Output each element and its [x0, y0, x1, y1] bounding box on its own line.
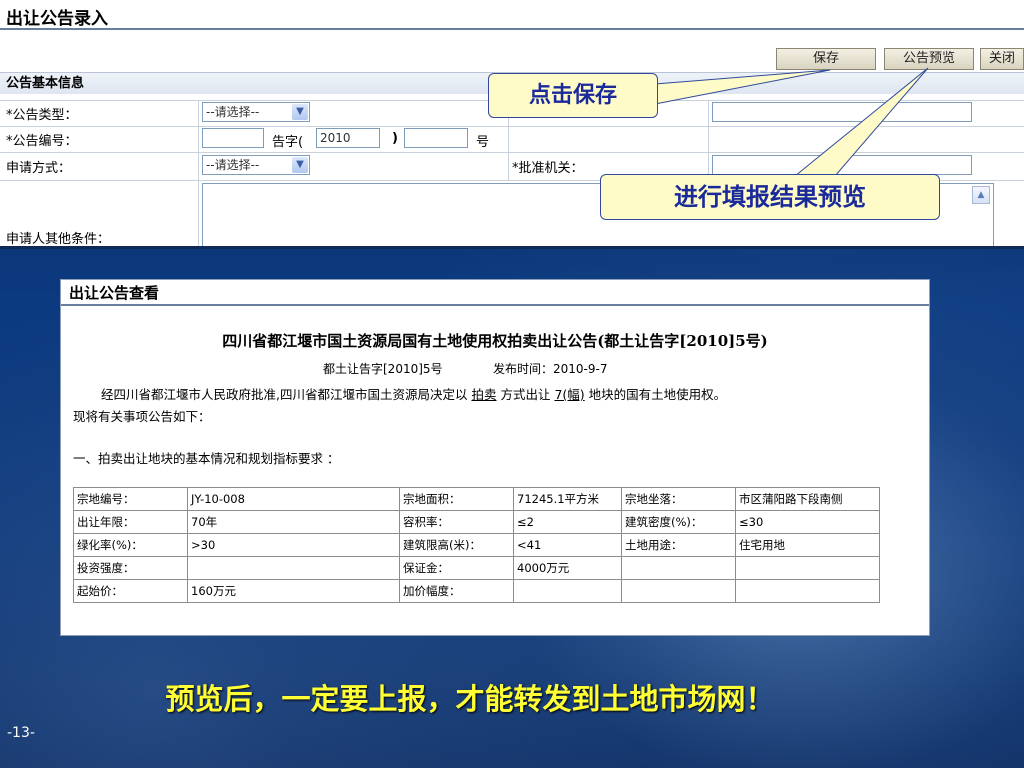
- publish-date: 2010-9-7: [553, 362, 608, 376]
- table-cell: 起始价：: [73, 579, 188, 603]
- table-cell: [735, 579, 880, 603]
- table-cell: 保证金：: [399, 556, 514, 580]
- table-cell: 71245.1平方米: [513, 487, 622, 511]
- table-cell: 绿化率(%)：: [73, 533, 188, 557]
- preview-callout: 进行填报结果预览: [600, 174, 940, 220]
- table-cell: ≤30: [735, 510, 880, 534]
- save-callout-pointer: [654, 69, 831, 105]
- table-row: 绿化率(%)： >30 建筑限高(米)： <41 土地用途： 住宅用地: [73, 533, 880, 557]
- page-number: -13-: [7, 725, 35, 741]
- table-cell: [187, 556, 400, 580]
- table-cell: [621, 556, 736, 580]
- table-cell: [735, 556, 880, 580]
- table-cell: 160万元: [187, 579, 400, 603]
- publish-label: 发布时间：: [493, 362, 554, 376]
- preview-panel-title: 出让公告查看: [69, 284, 160, 302]
- table-cell: 建筑限高(米)：: [399, 533, 514, 557]
- table-cell: [513, 579, 622, 603]
- table-cell: ≤2: [513, 510, 622, 534]
- table-cell: <41: [513, 533, 622, 557]
- table-cell: 市区蒲阳路下段南侧: [735, 487, 880, 511]
- intro-text-a: 经四川省都江堰市人民政府批准,四川省都江堰市国土资源局决定以: [101, 387, 468, 402]
- table-cell: 4000万元: [513, 556, 622, 580]
- table-cell: 投资强度：: [73, 556, 188, 580]
- table-cell: 土地用途：: [621, 533, 736, 557]
- table-row: 出让年限： 70年 容积率： ≤2 建筑密度(%)： ≤30: [73, 510, 880, 534]
- sale-method: 拍卖: [471, 387, 497, 402]
- parcel-info-table: 宗地编号： JY-10-008 宗地面积： 71245.1平方米 宗地坐落： 市区蒲阳路下…: [73, 487, 880, 603]
- intro-text-c: 地块的国有土地使用权。: [588, 387, 727, 402]
- table-cell: 加价幅度：: [399, 579, 514, 603]
- table-cell: 70年: [187, 510, 400, 534]
- table-row: 投资强度： 保证金： 4000万元: [73, 556, 880, 580]
- publish-time: 发布时间：2010-9-7: [493, 360, 607, 377]
- table-row: 宗地编号： JY-10-008 宗地面积： 71245.1平方米 宗地坐落： 市区蒲阳路下…: [73, 487, 880, 511]
- section-one-heading: 一、拍卖出让地块的基本情况和规划指标要求 ：: [73, 451, 340, 466]
- announcement-heading: 四川省都江堰市国土资源局国有土地使用权拍卖出让公告(都土让告字[2010]5号): [222, 332, 768, 350]
- table-cell: 建筑密度(%)：: [621, 510, 736, 534]
- parcel-count: 7(幅): [554, 387, 585, 402]
- table-cell: >30: [187, 533, 400, 557]
- preview-callout-pointer: [793, 67, 929, 177]
- intro-paragraph-2: 现将有关事项公告如下：: [73, 409, 211, 424]
- document-number: 都土让告字[2010]5号: [323, 362, 443, 376]
- table-cell: 出让年限：: [73, 510, 188, 534]
- table-cell: 宗地面积：: [399, 487, 514, 511]
- save-callout: 点击保存: [488, 73, 658, 118]
- table-cell: 宗地坐落：: [621, 487, 736, 511]
- table-cell: 住宅用地: [735, 533, 880, 557]
- intro-paragraph: 经四川省都江堰市人民政府批准,四川省都江堰市国土资源局决定以 拍卖 方式出让 7…: [101, 384, 726, 403]
- table-cell: [621, 579, 736, 603]
- intro-text-b: 方式出让: [500, 387, 551, 402]
- footer-message: 预览后，一定要上报，才能转发到土地市场网！: [165, 682, 775, 716]
- table-cell: 宗地编号：: [73, 487, 188, 511]
- table-row: 起始价： 160万元 加价幅度：: [73, 579, 880, 603]
- table-cell: JY-10-008: [187, 487, 400, 511]
- preview-title-divider: [61, 304, 929, 306]
- table-cell: 容积率：: [399, 510, 514, 534]
- announcement-preview-panel: 出让公告查看 四川省都江堰市国土资源局国有土地使用权拍卖出让公告(都土让告字[2…: [60, 279, 930, 636]
